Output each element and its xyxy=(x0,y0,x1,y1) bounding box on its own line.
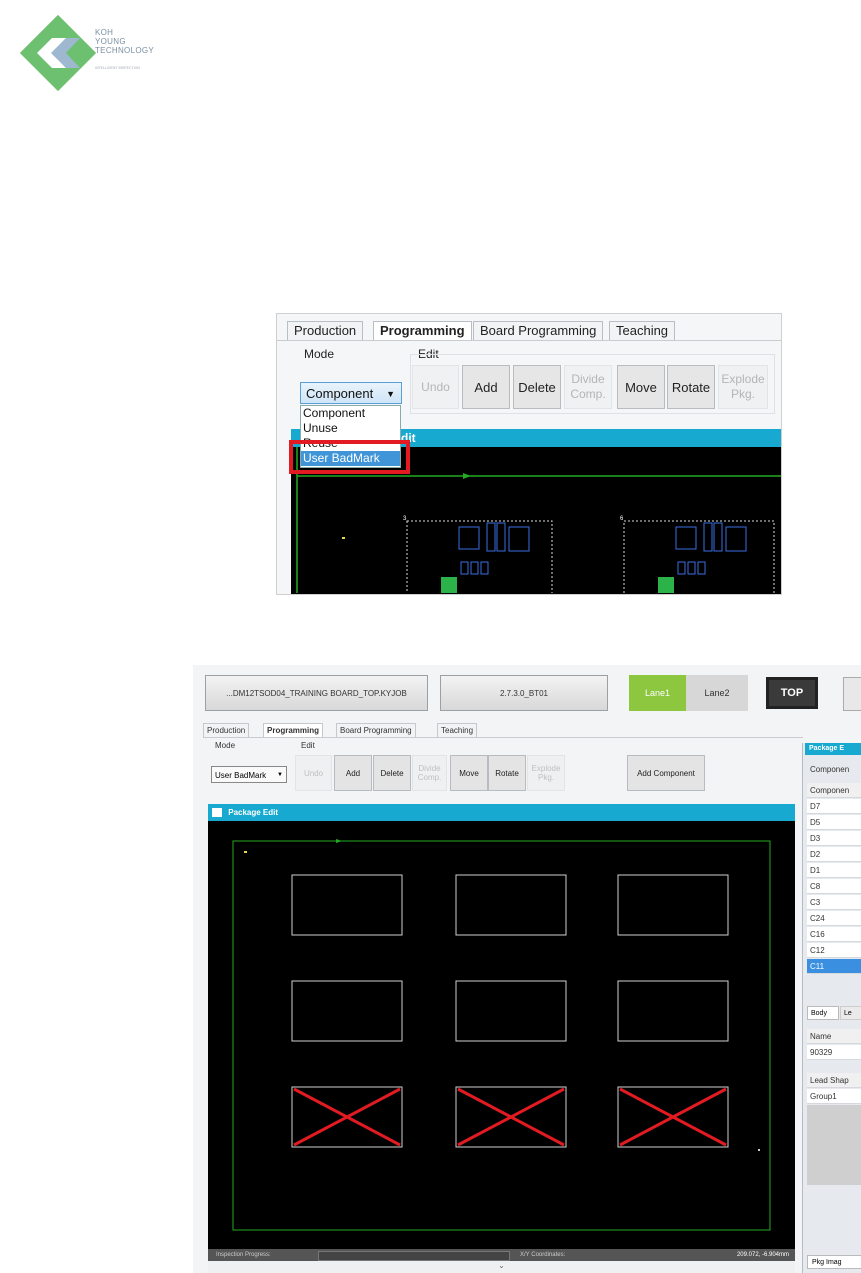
rotate-button[interactable]: Rotate xyxy=(488,755,526,791)
undo-button[interactable]: Undo xyxy=(295,755,332,791)
lane2-button[interactable]: Lane2 xyxy=(686,675,748,711)
explode-pkg-button[interactable]: Explode Pkg. xyxy=(527,755,565,791)
dropdown-option-component[interactable]: Component xyxy=(301,406,400,421)
list-item[interactable]: D2 xyxy=(807,847,861,862)
top-side-button[interactable]: TOP xyxy=(766,677,818,709)
add-button[interactable]: Add xyxy=(462,365,510,409)
screenshot-badmark-result: ...DM12TSOD04_TRAINING BOARD_TOP.KYJOB 2… xyxy=(193,665,861,1273)
screenshot-mode-dropdown: Production Programming Board Programming… xyxy=(276,313,782,595)
lead-shape-header: Lead Shap xyxy=(807,1073,861,1088)
add-button[interactable]: Add xyxy=(334,755,372,791)
mode-label: Mode xyxy=(215,741,236,750)
tab-pkg-image[interactable]: Pkg Imag xyxy=(807,1255,861,1269)
list-item[interactable]: C3 xyxy=(807,895,861,910)
tab-programming[interactable]: Programming xyxy=(263,723,324,737)
list-item-selected[interactable]: C11 xyxy=(807,959,861,974)
package-panel: Package E Componen Componen D7 D5 D3 D2 … xyxy=(802,743,861,1273)
dropdown-option-unuse[interactable]: Unuse xyxy=(301,421,400,436)
highlight-box xyxy=(289,440,410,474)
mode-dropdown[interactable]: Component ▼ xyxy=(300,382,402,404)
lead-shape-value[interactable]: Group1 xyxy=(807,1089,861,1104)
mode-dropdown-value: Component xyxy=(306,386,374,401)
logo-wordmark: KOH YOUNG TECHNOLOGY xyxy=(95,28,155,55)
main-tabs: Production Programming Board Programming… xyxy=(203,723,803,738)
panel-title: Package E xyxy=(805,743,861,755)
side-toggle-button[interactable] xyxy=(843,677,861,711)
tab-board-programming[interactable]: Board Programming xyxy=(473,321,604,340)
tab-teaching[interactable]: Teaching xyxy=(437,723,478,737)
list-item[interactable]: D7 xyxy=(807,799,861,814)
add-component-button[interactable]: Add Component xyxy=(627,755,705,791)
xy-label: X/Y Coordinates: xyxy=(520,1252,566,1258)
edit-label: Edit xyxy=(301,741,315,750)
name-column-header: Name xyxy=(807,1029,861,1044)
status-bar: Inspection Progress: X/Y Coordinates: 20… xyxy=(208,1249,795,1261)
list-item[interactable]: C12 xyxy=(807,943,861,958)
lane1-button[interactable]: Lane1 xyxy=(629,675,686,711)
progress-label: Inspection Progress: xyxy=(216,1252,271,1258)
job-file-button[interactable]: ...DM12TSOD04_TRAINING BOARD_TOP.KYJOB xyxy=(205,675,428,711)
component-column-header: Componen xyxy=(807,783,861,798)
rotate-button[interactable]: Rotate xyxy=(667,365,715,409)
logo-icon xyxy=(20,15,96,91)
badmark-crosses xyxy=(293,1087,727,1147)
mode-dropdown-value: User BadMark xyxy=(215,771,267,780)
tab-body[interactable]: Body xyxy=(807,1006,839,1020)
list-item[interactable]: D5 xyxy=(807,815,861,830)
list-item[interactable]: C8 xyxy=(807,879,861,894)
chevron-down-icon: ▼ xyxy=(277,772,283,778)
divide-comp-button[interactable]: Divide Comp. xyxy=(564,365,612,409)
tab-production[interactable]: Production xyxy=(203,723,250,737)
board-mark-3: 3 xyxy=(403,516,407,522)
board-canvas[interactable] xyxy=(208,821,795,1249)
board-drawing xyxy=(232,839,771,1231)
package-edit-title: Package Edit xyxy=(228,808,279,817)
lead-shape-area xyxy=(807,1105,861,1185)
tab-teaching[interactable]: Teaching xyxy=(609,321,676,340)
name-value[interactable]: 90329 xyxy=(807,1045,861,1060)
main-tabs: Production Programming Board Programming… xyxy=(277,314,781,341)
package-edit-titlebar: Package Edit xyxy=(208,804,795,821)
panel-tab-component[interactable]: Componen xyxy=(807,763,861,777)
logo-tagline: INTELLIGENT INSPECTION xyxy=(95,66,140,70)
list-item[interactable]: C16 xyxy=(807,927,861,942)
list-item[interactable]: D1 xyxy=(807,863,861,878)
explode-pkg-button[interactable]: Explode Pkg. xyxy=(718,365,768,409)
package-edit-icon xyxy=(212,808,222,818)
xy-value: 209.072, -6.904mm xyxy=(736,1252,789,1258)
version-button[interactable]: 2.7.3.0_BT01 xyxy=(440,675,608,711)
chevron-down-icon: ▼ xyxy=(386,389,395,399)
tab-programming[interactable]: Programming xyxy=(373,321,472,340)
delete-button[interactable]: Delete xyxy=(373,755,411,791)
board-mark-6: 6 xyxy=(620,516,624,522)
tab-lead[interactable]: Le xyxy=(840,1006,861,1020)
move-button[interactable]: Move xyxy=(617,365,665,409)
mode-dropdown[interactable]: User BadMark ▼ xyxy=(211,766,287,783)
undo-button[interactable]: Undo xyxy=(412,365,459,409)
list-item[interactable]: C24 xyxy=(807,911,861,926)
tab-production[interactable]: Production xyxy=(287,321,364,340)
divide-comp-button[interactable]: Divide Comp. xyxy=(412,755,447,791)
mode-label: Mode xyxy=(304,347,335,361)
tab-board-programming[interactable]: Board Programming xyxy=(336,723,416,737)
progress-bar xyxy=(318,1251,510,1261)
delete-button[interactable]: Delete xyxy=(513,365,561,409)
move-button[interactable]: Move xyxy=(450,755,488,791)
list-item[interactable]: D3 xyxy=(807,831,861,846)
collapse-chevron-icon[interactable]: ⌄ xyxy=(208,1261,795,1273)
